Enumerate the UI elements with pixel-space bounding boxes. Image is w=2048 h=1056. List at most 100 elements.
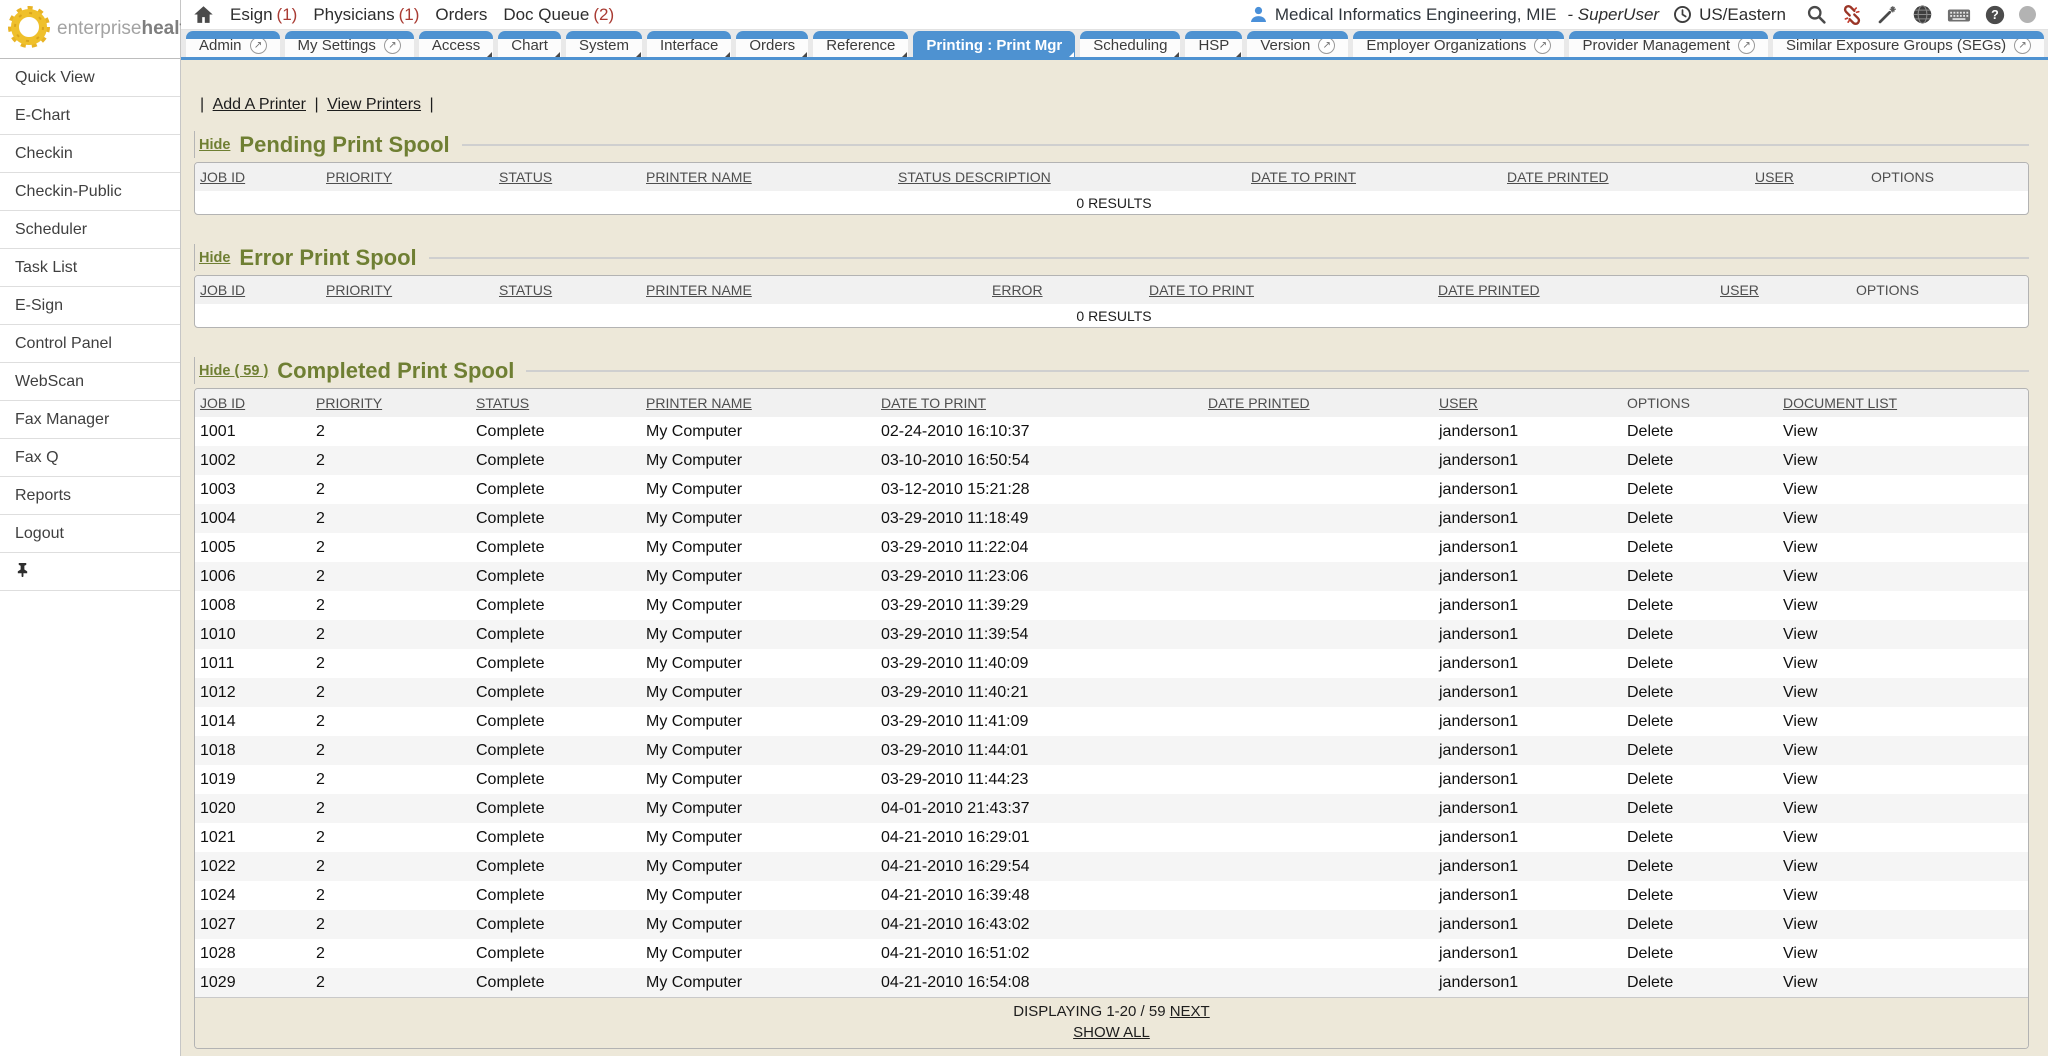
view-link[interactable]: View [1783, 771, 1817, 788]
view-link[interactable]: View [1783, 597, 1817, 614]
hide-link[interactable]: Hide [199, 250, 230, 266]
view-link[interactable]: View [1783, 800, 1817, 817]
view-link[interactable]: View [1783, 568, 1817, 585]
sidebar-item-checkin-public[interactable]: Checkin-Public [0, 173, 180, 211]
sort-link[interactable]: JOB ID [200, 169, 245, 185]
show-all-link[interactable]: SHOW ALL [1073, 1024, 1150, 1041]
sidebar-item-e-sign[interactable]: E-Sign [0, 287, 180, 325]
add-printer-link[interactable]: Add A Printer [213, 96, 306, 113]
view-link[interactable]: View [1783, 481, 1817, 498]
delete-link[interactable]: Delete [1627, 945, 1673, 962]
sort-link[interactable]: DATE PRINTED [1208, 395, 1310, 411]
sort-link[interactable]: PRIORITY [326, 282, 392, 298]
view-link[interactable]: View [1783, 713, 1817, 730]
delete-link[interactable]: Delete [1627, 829, 1673, 846]
sidebar-item-logout[interactable]: Logout [0, 515, 180, 553]
sidebar-item-scheduler[interactable]: Scheduler [0, 211, 180, 249]
tab-admin[interactable]: Admin↗ [186, 31, 280, 57]
view-link[interactable]: View [1783, 887, 1817, 904]
sort-link[interactable]: STATUS [499, 282, 552, 298]
nav-item-esign[interactable]: Esign(1) [230, 5, 297, 24]
delete-link[interactable]: Delete [1627, 771, 1673, 788]
sort-link[interactable]: ERROR [992, 282, 1043, 298]
delete-link[interactable]: Delete [1627, 626, 1673, 643]
tab-access[interactable]: Access [419, 31, 493, 57]
delete-link[interactable]: Delete [1627, 800, 1673, 817]
sidebar-item-webscan[interactable]: WebScan [0, 363, 180, 401]
view-link[interactable]: View [1783, 539, 1817, 556]
delete-link[interactable]: Delete [1627, 887, 1673, 904]
view-link[interactable]: View [1783, 742, 1817, 759]
hide-link[interactable]: Hide ( 59 ) [199, 363, 268, 379]
sort-link[interactable]: USER [1720, 282, 1759, 298]
delete-link[interactable]: Delete [1627, 539, 1673, 556]
view-link[interactable]: View [1783, 858, 1817, 875]
delete-link[interactable]: Delete [1627, 858, 1673, 875]
tab-my-settings[interactable]: My Settings↗ [285, 31, 414, 57]
search-icon[interactable] [1806, 4, 1827, 25]
nav-item-doc-queue[interactable]: Doc Queue(2) [503, 5, 614, 24]
sort-link[interactable]: DATE TO PRINT [1251, 169, 1356, 185]
delete-link[interactable]: Delete [1627, 481, 1673, 498]
sidebar-item-quick-view[interactable]: Quick View [0, 59, 180, 97]
delete-link[interactable]: Delete [1627, 597, 1673, 614]
sidebar-item-fax-q[interactable]: Fax Q [0, 439, 180, 477]
timezone-label[interactable]: US/Eastern [1699, 5, 1786, 25]
sort-link[interactable]: STATUS [499, 169, 552, 185]
sort-link[interactable]: DATE TO PRINT [881, 395, 986, 411]
delete-link[interactable]: Delete [1627, 655, 1673, 672]
sort-link[interactable]: JOB ID [200, 395, 245, 411]
next-page-link[interactable]: NEXT [1170, 1003, 1210, 1020]
keyboard-icon[interactable] [1947, 5, 1971, 25]
delete-link[interactable]: Delete [1627, 713, 1673, 730]
sort-link[interactable]: PRINTER NAME [646, 282, 752, 298]
sidebar-item-reports[interactable]: Reports [0, 477, 180, 515]
sidebar-item-control-panel[interactable]: Control Panel [0, 325, 180, 363]
delete-link[interactable]: Delete [1627, 742, 1673, 759]
globe-icon[interactable] [1912, 4, 1933, 25]
view-link[interactable]: View [1783, 510, 1817, 527]
view-link[interactable]: View [1783, 423, 1817, 440]
delete-link[interactable]: Delete [1627, 684, 1673, 701]
tab-provider-management[interactable]: Provider Management↗ [1569, 31, 1768, 57]
sort-link[interactable]: DATE TO PRINT [1149, 282, 1254, 298]
tab-hsp[interactable]: HSP [1185, 31, 1242, 57]
home-icon[interactable] [193, 4, 214, 25]
sort-link[interactable]: PRINTER NAME [646, 169, 752, 185]
delete-link[interactable]: Delete [1627, 510, 1673, 527]
view-printers-link[interactable]: View Printers [327, 96, 421, 113]
hide-link[interactable]: Hide [199, 137, 230, 153]
delete-link[interactable]: Delete [1627, 916, 1673, 933]
sidebar-item-e-chart[interactable]: E-Chart [0, 97, 180, 135]
sort-link[interactable]: DATE PRINTED [1507, 169, 1609, 185]
nav-item-orders[interactable]: Orders [435, 5, 487, 24]
sidebar-pin[interactable] [0, 553, 180, 591]
help-icon[interactable]: ? [1985, 5, 2005, 25]
sort-link[interactable]: USER [1439, 395, 1478, 411]
tab-orders[interactable]: Orders [736, 31, 808, 57]
sidebar-item-task-list[interactable]: Task List [0, 249, 180, 287]
sort-link[interactable]: USER [1755, 169, 1794, 185]
tab-printing-print-mgr[interactable]: Printing : Print Mgr [913, 31, 1075, 57]
broken-link-icon[interactable] [1841, 4, 1863, 26]
tab-version[interactable]: Version↗ [1247, 31, 1348, 57]
delete-link[interactable]: Delete [1627, 568, 1673, 585]
sort-link[interactable]: PRIORITY [316, 395, 382, 411]
sort-link[interactable]: DATE PRINTED [1438, 282, 1540, 298]
view-link[interactable]: View [1783, 655, 1817, 672]
view-link[interactable]: View [1783, 452, 1817, 469]
sort-link[interactable]: JOB ID [200, 282, 245, 298]
sort-link[interactable]: PRIORITY [326, 169, 392, 185]
tab-scheduling[interactable]: Scheduling [1080, 31, 1180, 57]
nav-item-physicians[interactable]: Physicians(1) [313, 5, 419, 24]
view-link[interactable]: View [1783, 626, 1817, 643]
view-link[interactable]: View [1783, 684, 1817, 701]
tab-reference[interactable]: Reference [813, 31, 908, 57]
view-link[interactable]: View [1783, 974, 1817, 991]
sort-link[interactable]: PRINTER NAME [646, 395, 752, 411]
delete-link[interactable]: Delete [1627, 423, 1673, 440]
tab-similar-exposure-groups-segs[interactable]: Similar Exposure Groups (SEGs)↗ [1773, 31, 2044, 57]
tab-chart[interactable]: Chart [498, 31, 561, 57]
view-link[interactable]: View [1783, 829, 1817, 846]
wand-icon[interactable] [1877, 4, 1898, 25]
